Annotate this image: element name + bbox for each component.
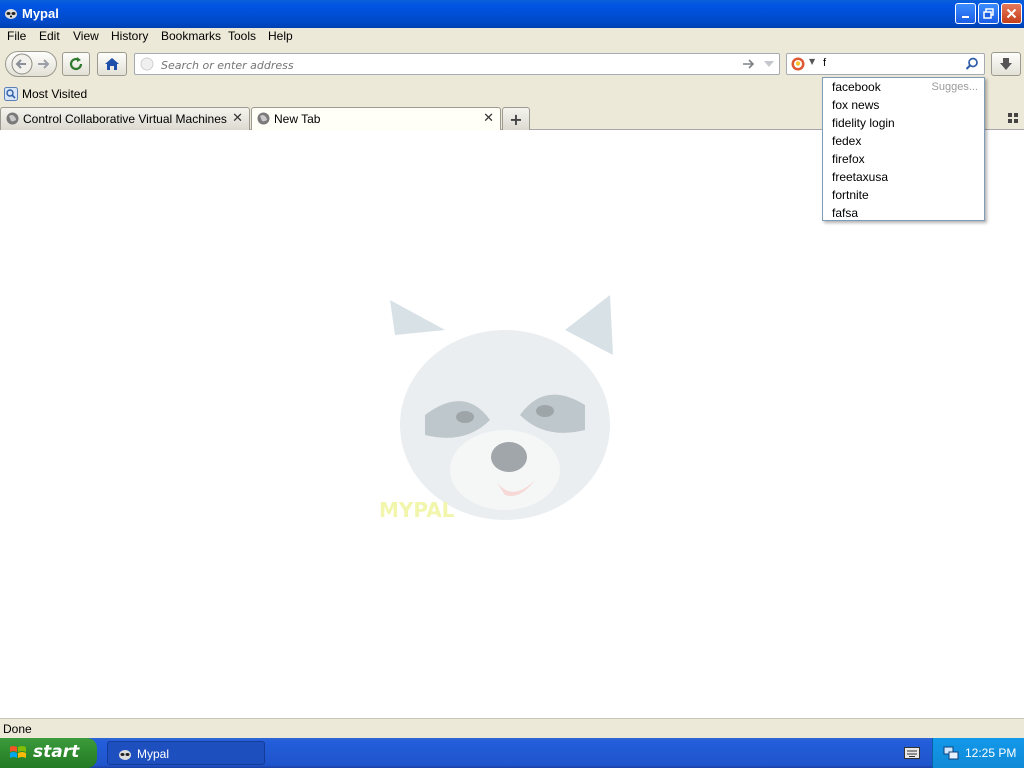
- taskbar: start Mypal 12:25 PM: [0, 738, 1024, 768]
- tab-close-icon[interactable]: ✕: [232, 110, 243, 126]
- search-icon[interactable]: [965, 57, 979, 71]
- network-icon[interactable]: [943, 745, 959, 761]
- home-button[interactable]: [97, 52, 127, 76]
- restore-icon: [983, 8, 994, 19]
- menu-tools[interactable]: Tools: [228, 29, 256, 43]
- downloads-button[interactable]: [991, 52, 1021, 76]
- duckduckgo-icon[interactable]: [791, 57, 805, 71]
- restore-button[interactable]: [978, 3, 999, 24]
- start-button[interactable]: start: [0, 738, 97, 768]
- suggestion-item[interactable]: firefox: [832, 150, 865, 168]
- menu-history[interactable]: History: [111, 29, 148, 43]
- menu-help[interactable]: Help: [268, 29, 293, 43]
- plus-icon: +: [509, 109, 523, 129]
- go-arrow-icon[interactable]: [741, 57, 755, 71]
- suggestion-item[interactable]: facebook: [832, 78, 881, 96]
- window-titlebar[interactable]: Mypal: [0, 0, 1024, 28]
- mypal-raccoon-logo: MYPAL: [379, 295, 613, 522]
- suggestion-item[interactable]: fox news: [832, 96, 879, 114]
- history-dropdown-icon[interactable]: [763, 58, 775, 70]
- back-forward-group: [5, 51, 57, 77]
- start-label: start: [33, 742, 80, 762]
- suggestions-header: Sugges...: [931, 81, 978, 93]
- new-tab-button[interactable]: +: [502, 107, 530, 130]
- search-suggestions-popup: Sugges... facebook fox news fidelity log…: [822, 77, 985, 221]
- menu-bar: File Edit View History Bookmarks Tools H…: [0, 28, 1024, 46]
- back-arrow-icon[interactable]: [11, 53, 33, 75]
- system-tray: 12:25 PM: [932, 738, 1024, 768]
- tab-control-collaborative[interactable]: Control Collaborative Virtual Machines! …: [0, 107, 250, 130]
- tab-new-tab[interactable]: New Tab ✕: [251, 107, 501, 130]
- menu-file[interactable]: File: [7, 29, 26, 43]
- most-visited-bookmark[interactable]: Most Visited: [4, 87, 87, 101]
- menu-edit[interactable]: Edit: [39, 29, 60, 43]
- forward-arrow-icon[interactable]: [35, 56, 51, 72]
- home-icon: [105, 58, 119, 70]
- most-visited-label: Most Visited: [22, 87, 88, 101]
- suggestion-item[interactable]: fedex: [832, 132, 861, 150]
- suggestion-item[interactable]: fortnite: [832, 186, 869, 204]
- suggestion-item[interactable]: fafsa: [832, 204, 858, 222]
- tab-title: New Tab: [274, 112, 321, 126]
- globe-icon: [257, 112, 270, 125]
- menu-bookmarks[interactable]: Bookmarks: [161, 29, 221, 43]
- tab-close-icon[interactable]: ✕: [483, 110, 494, 126]
- windows-flag-icon: [10, 746, 26, 758]
- mypal-app-icon: [119, 750, 131, 760]
- taskbar-item-mypal[interactable]: Mypal: [107, 741, 265, 765]
- most-visited-icon: [4, 87, 18, 101]
- download-arrow-icon: [1000, 58, 1012, 70]
- status-text: Done: [3, 722, 32, 736]
- minimize-icon: [961, 15, 969, 18]
- mypal-app-icon: [5, 9, 17, 19]
- reload-button[interactable]: [62, 52, 90, 76]
- taskbar-item-label: Mypal: [137, 747, 170, 761]
- suggestion-item[interactable]: freetaxusa: [832, 168, 888, 186]
- reload-icon: [69, 57, 83, 71]
- window-title: Mypal: [22, 6, 59, 21]
- url-input[interactable]: [159, 56, 723, 74]
- engine-dropdown-icon[interactable]: ▼: [809, 57, 815, 66]
- tab-groups-icon[interactable]: [1008, 113, 1018, 123]
- search-bar[interactable]: ▼ f: [786, 53, 985, 75]
- close-icon: [1006, 8, 1017, 19]
- minimize-button[interactable]: [955, 3, 976, 24]
- keyboard-icon[interactable]: [904, 747, 920, 759]
- svg-text:MYPAL: MYPAL: [379, 498, 455, 522]
- suggestion-item[interactable]: fidelity login: [832, 114, 895, 132]
- site-identity-icon: [140, 57, 154, 71]
- url-bar[interactable]: [134, 53, 780, 75]
- close-window-button[interactable]: [1001, 3, 1022, 24]
- clock[interactable]: 12:25 PM: [965, 746, 1016, 760]
- menu-view[interactable]: View: [73, 29, 99, 43]
- search-input[interactable]: f: [823, 57, 826, 69]
- globe-icon: [6, 112, 19, 125]
- status-bar: Done: [0, 718, 1024, 738]
- tab-title: Control Collaborative Virtual Machines!: [23, 112, 228, 126]
